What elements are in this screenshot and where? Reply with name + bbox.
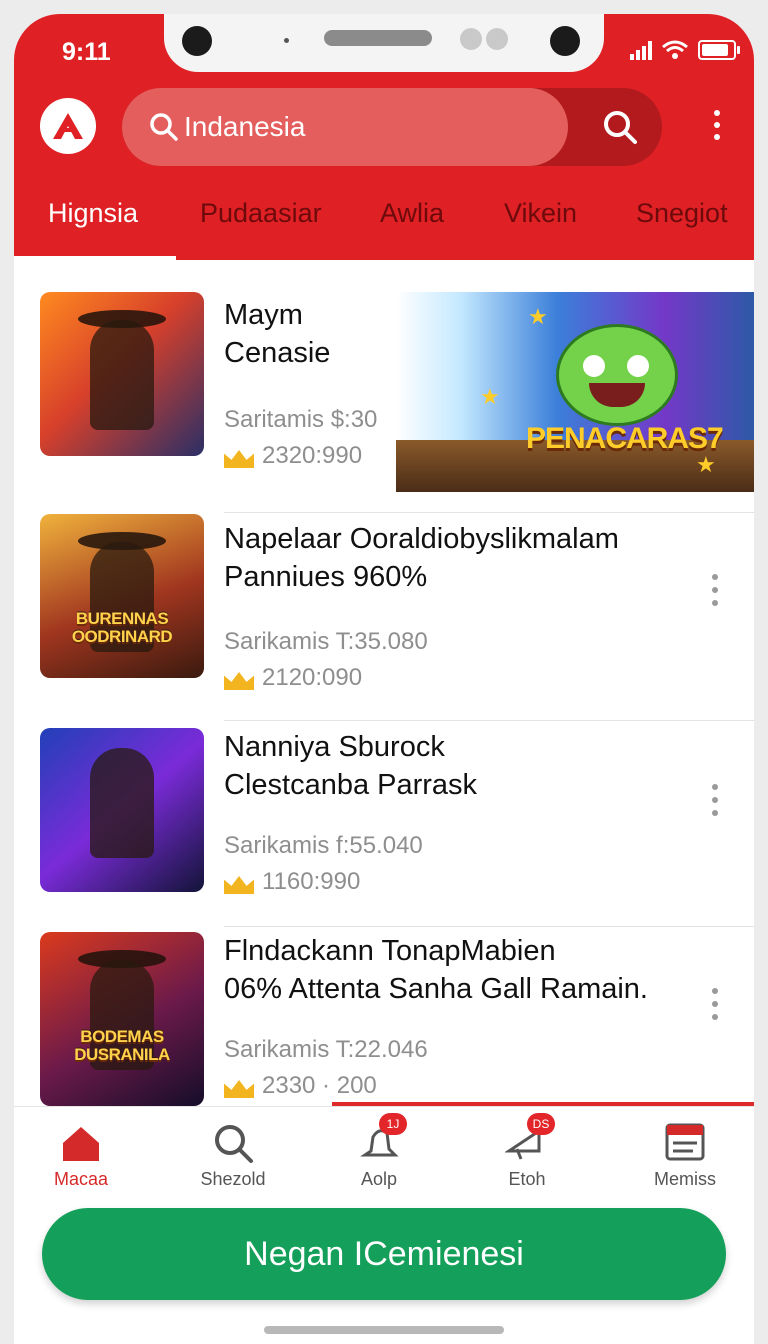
primary-cta-button[interactable]: Negan ICemienesi — [42, 1208, 726, 1300]
crown-icon — [224, 870, 254, 894]
game-title[interactable]: Cenasie — [224, 334, 330, 372]
more-options-icon[interactable] — [712, 574, 718, 606]
status-bar: 9:11 — [14, 14, 754, 92]
proximity-sensor-icon — [460, 28, 482, 50]
nav-badge: 1J — [379, 1113, 407, 1135]
game-thumbnail[interactable] — [40, 292, 204, 456]
camera-notch — [164, 14, 604, 72]
tab-0[interactable]: Hignsia — [48, 198, 138, 229]
bottom-nav: Macaa Shezold 1J Aolp DS Etoh Memiss — [14, 1106, 754, 1203]
nav-label: Memiss — [654, 1169, 716, 1189]
game-meta: Sarikamis T:35.080 — [224, 628, 428, 655]
status-time: 9:11 — [62, 38, 111, 66]
nav-label: Etoh — [508, 1169, 546, 1189]
nav-label: Macaa — [53, 1169, 109, 1189]
list-item[interactable]: BODEMAS DUSRANILA Flndackann TonapMabien… — [14, 932, 754, 1106]
game-thumbnail[interactable]: BURENNAS OODRINARD — [40, 514, 204, 678]
star-icon: ★ — [528, 304, 548, 329]
tab-1[interactable]: Pudaasiar — [200, 198, 322, 229]
game-title[interactable]: Maym — [224, 296, 303, 334]
score-value: 2330 · 200 — [262, 1072, 377, 1099]
more-options-icon[interactable] — [712, 988, 718, 1020]
nav-item-search[interactable]: Shezold — [168, 1115, 298, 1190]
search-submit-button[interactable] — [600, 107, 640, 147]
divider — [224, 926, 754, 927]
news-icon — [663, 1121, 707, 1165]
nav-item-announcements[interactable]: DS Etoh — [462, 1113, 592, 1190]
nav-badge: DS — [527, 1113, 555, 1135]
divider — [224, 720, 754, 721]
tab-3[interactable]: Vikein — [504, 198, 577, 229]
score-value: 2320:990 — [262, 442, 363, 469]
sensor-dot — [284, 38, 289, 43]
game-title[interactable]: Clestcanba Parrask — [224, 766, 477, 804]
game-score: 2120:090 — [224, 664, 362, 692]
game-list: ★ ★ ★ PENACARAS7 Maym Cenasie Saritamis … — [14, 260, 754, 1106]
more-options-icon[interactable] — [712, 784, 718, 816]
game-meta: Sarikamis T:22.046 — [224, 1036, 428, 1063]
star-icon: ★ — [480, 384, 500, 409]
app-logo-icon[interactable] — [40, 98, 96, 154]
tab-4[interactable]: Snegiot — [636, 198, 728, 229]
battery-icon — [698, 40, 740, 60]
front-camera-icon — [182, 26, 212, 56]
game-meta: Saritamis $:30 — [224, 406, 378, 433]
megaphone-icon: DS — [504, 1113, 555, 1165]
app-header: 9:11 Indanesia Hignsia Pudaasiar Awlia V… — [14, 14, 754, 260]
search-input[interactable]: Indanesia — [184, 111, 305, 143]
phone-frame: 9:11 Indanesia Hignsia Pudaasiar Awlia V… — [0, 0, 768, 1344]
search-icon — [211, 1121, 255, 1165]
divider — [224, 512, 754, 513]
nav-item-home[interactable]: Macaa — [16, 1115, 146, 1190]
thumbnail-title: BURENNAS OODRINARD — [71, 609, 173, 646]
list-item[interactable]: BURENNAS OODRINARD Napelaar Ooraldiobysl… — [14, 514, 754, 720]
game-title[interactable]: Napelaar Ooraldiobyslikmalam — [224, 520, 619, 558]
game-title[interactable]: 06% Attenta Sanha Gall Ramain. — [224, 970, 648, 1008]
tab-2[interactable]: Awlia — [380, 198, 444, 229]
search-bar[interactable]: Indanesia — [122, 88, 662, 166]
score-value: 2120:090 — [262, 664, 363, 691]
earpiece-speaker — [324, 30, 432, 46]
wifi-icon — [662, 40, 688, 59]
banner-title: PENACARAS7 — [526, 422, 724, 455]
light-sensor-icon — [486, 28, 508, 50]
header-more-icon[interactable] — [714, 110, 720, 140]
home-indicator[interactable] — [264, 1326, 504, 1334]
signal-icon — [630, 40, 652, 60]
search-icon — [604, 111, 637, 144]
crown-icon — [224, 666, 254, 690]
selfie-camera-icon — [550, 26, 580, 56]
score-value: 1160:990 — [262, 868, 361, 895]
list-item[interactable]: Nanniya Sburock Clestcanba Parrask Sarik… — [14, 728, 754, 934]
game-meta: Sarikamis f:55.040 — [224, 832, 423, 859]
game-score: 2330 · 200 — [224, 1072, 377, 1100]
game-title[interactable]: Nanniya Sburock — [224, 728, 445, 766]
crown-icon — [224, 444, 254, 468]
search-glass-icon — [146, 109, 182, 145]
list-item[interactable]: ★ ★ ★ PENACARAS7 Maym Cenasie Saritamis … — [14, 260, 754, 492]
bell-icon: 1J — [357, 1113, 407, 1165]
app-screen: 9:11 Indanesia Hignsia Pudaasiar Awlia V… — [14, 14, 754, 1344]
game-title[interactable]: Flndackann TonapMabien — [224, 932, 556, 970]
crown-icon — [224, 1074, 254, 1098]
nav-label: Shezold — [200, 1169, 266, 1189]
status-icons — [630, 40, 740, 60]
game-score: 1160:990 — [224, 868, 360, 896]
game-score: 2320:990 — [224, 442, 362, 470]
nav-item-news[interactable]: Memiss — [620, 1115, 750, 1190]
mascot-image — [556, 324, 678, 426]
game-thumbnail[interactable]: BODEMAS DUSRANILA — [40, 932, 204, 1106]
nav-item-alerts[interactable]: 1J Aolp — [314, 1113, 444, 1190]
game-thumbnail[interactable] — [40, 728, 204, 892]
home-icon — [59, 1121, 103, 1165]
thumbnail-title: BODEMAS DUSRANILA — [74, 1027, 170, 1064]
game-title[interactable]: Panniues 960% — [224, 558, 427, 596]
promo-banner[interactable]: ★ ★ ★ PENACARAS7 — [396, 292, 754, 492]
nav-label: Aolp — [360, 1169, 398, 1189]
category-tabs: Hignsia Pudaasiar Awlia Vikein Snegiot — [14, 194, 754, 260]
search-field[interactable]: Indanesia — [122, 88, 568, 166]
